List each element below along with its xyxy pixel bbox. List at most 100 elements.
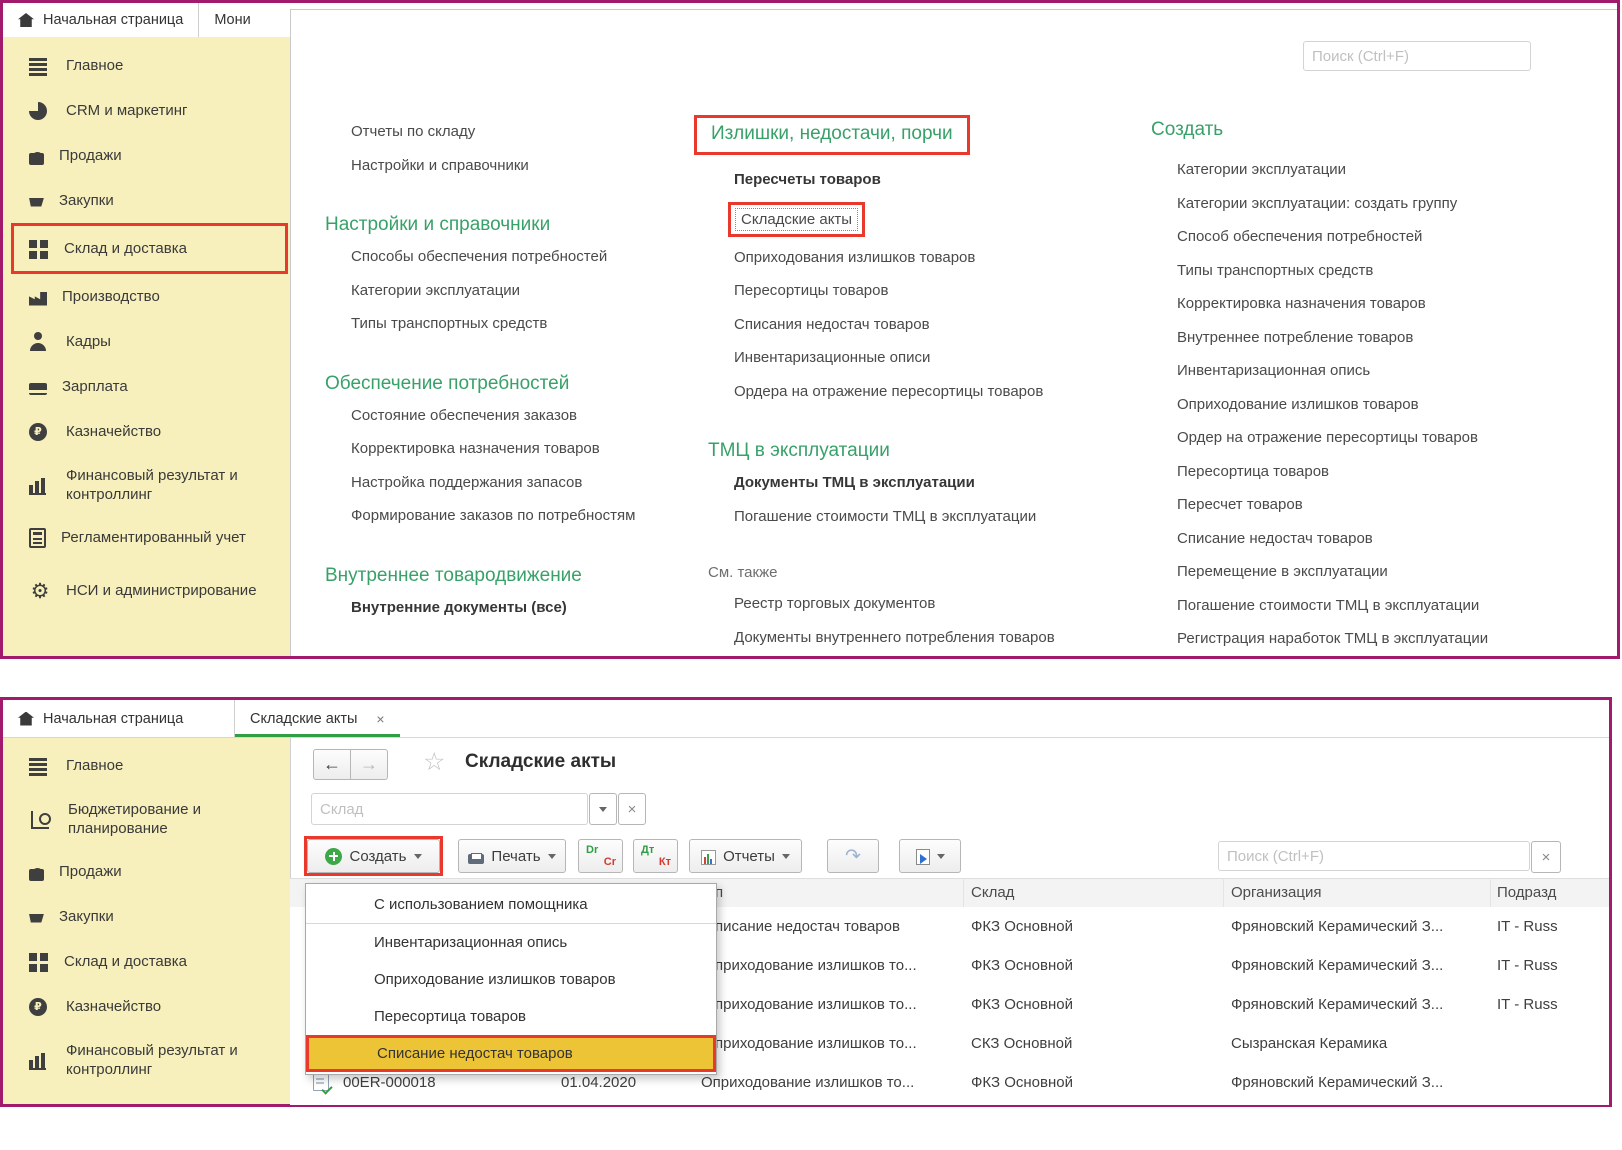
- menu-link[interactable]: Реестр торговых документов: [708, 587, 1158, 621]
- sidebar-item-proizvodstvo[interactable]: Производство: [3, 274, 290, 319]
- menu-link[interactable]: Способ обеспечения потребностей: [1151, 220, 1622, 254]
- tab-monitor-partial[interactable]: Мони: [199, 3, 269, 37]
- back-button[interactable]: ←: [313, 749, 351, 780]
- screenshot-canvas: Начальная страница Мони Главное CRM и ма…: [0, 0, 1622, 1150]
- menu-item-surplus[interactable]: Оприходование излишков товаров: [306, 961, 716, 998]
- sidebar-item-kaznacheystvo[interactable]: ₽Казначейство: [3, 409, 290, 454]
- menu-link[interactable]: Инвентаризационные описи: [708, 341, 1158, 375]
- search-input[interactable]: [1303, 41, 1531, 71]
- menu-link[interactable]: Отчеты по складу: [325, 115, 717, 149]
- filter-clear-button[interactable]: ×: [618, 793, 646, 825]
- list-search-input[interactable]: [1218, 841, 1530, 871]
- cell-type: приходование излишков то...: [715, 1024, 917, 1063]
- menu-link[interactable]: Корректировка назначения товаров: [325, 432, 717, 466]
- sidebar-item-finrez[interactable]: Финансовый результат и контроллинг: [3, 454, 290, 515]
- menu-link[interactable]: Пересортица товаров: [1151, 455, 1622, 489]
- sidebar-item-glavnoe[interactable]: Главное: [3, 43, 290, 88]
- sidebar-item-sklad-selected[interactable]: Склад и доставка: [11, 223, 288, 274]
- menu-link[interactable]: Документы ТМЦ в эксплуатации: [708, 466, 1158, 500]
- search-clear-button[interactable]: ×: [1531, 841, 1561, 873]
- tab-home[interactable]: Начальная страница: [3, 3, 199, 37]
- menu-link[interactable]: Списания недостач товаров: [708, 308, 1158, 342]
- sidebar-item-sklad[interactable]: Склад и доставка: [3, 939, 290, 984]
- section-header-izlishki[interactable]: Излишки, недостачи, порчи: [711, 123, 953, 145]
- section-header[interactable]: ТМЦ в эксплуатации: [708, 436, 1158, 466]
- export-button[interactable]: [899, 839, 961, 873]
- menu-link[interactable]: Внутреннее потребление товаров: [1151, 321, 1622, 355]
- menu-link[interactable]: Инвентаризационная опись: [1151, 354, 1622, 388]
- menu-link[interactable]: Пересортицы товаров: [708, 274, 1158, 308]
- sidebar-item-zarplata[interactable]: Зарплата: [3, 364, 290, 409]
- menu-link[interactable]: Регистрация наработок ТМЦ в эксплуатации: [1151, 622, 1622, 656]
- drcr-button[interactable]: DrCr: [578, 839, 623, 873]
- menu-link[interactable]: Способы обеспечения потребностей: [325, 240, 717, 274]
- sidebar-item-kaznacheystvo[interactable]: ₽Казначейство: [3, 984, 290, 1029]
- print-button[interactable]: Печать: [458, 839, 566, 873]
- tab-home[interactable]: Начальная страница: [3, 700, 235, 737]
- menu-link[interactable]: Типы транспортных средств: [325, 307, 717, 341]
- menu-link[interactable]: Категории эксплуатации: [325, 274, 717, 308]
- section-header[interactable]: Настройки и справочники: [325, 210, 717, 240]
- menu-icon: [29, 56, 51, 76]
- section-header-create[interactable]: Создать: [1151, 115, 1622, 145]
- sidebar-item-prodazhi[interactable]: Продажи: [3, 133, 290, 178]
- sidebar-item-crm[interactable]: CRM и маркетинг: [3, 88, 290, 133]
- menu-link[interactable]: Состояние обеспечения заказов: [325, 399, 717, 433]
- menu-link[interactable]: Оприходования излишков товаров: [708, 241, 1158, 275]
- highlight-box-skladskie-akty[interactable]: Складские акты: [728, 202, 865, 237]
- menu-link[interactable]: Настройки и справочники: [325, 149, 717, 183]
- sidebar-item-nsi[interactable]: ⚙НСИ и администрирование: [3, 560, 290, 621]
- sidebar-item-kadry[interactable]: Кадры: [3, 319, 290, 364]
- menu-link[interactable]: Категории эксплуатации: создать группу: [1151, 187, 1622, 221]
- sidebar-item-zakupki[interactable]: Закупки: [3, 894, 290, 939]
- tab-skladskie-akty[interactable]: Складские акты ×: [235, 700, 400, 737]
- tab-bar: Начальная страница Мони: [3, 3, 269, 37]
- menu-link[interactable]: Формирование заказов по потребностям: [325, 499, 717, 533]
- sidebar-item-finrez[interactable]: Финансовый результат и контроллинг: [3, 1029, 290, 1090]
- menu-link[interactable]: Ордер на отражение пересортицы товаров: [1151, 421, 1622, 455]
- menu-link[interactable]: Погашение стоимости ТМЦ в эксплуатации: [708, 500, 1158, 534]
- warehouse-filter-input[interactable]: [311, 793, 588, 825]
- section-header[interactable]: Внутреннее товародвижение: [325, 561, 717, 591]
- menu-link[interactable]: Перемещение в эксплуатации: [1151, 555, 1622, 589]
- create-button[interactable]: Создать: [307, 839, 440, 873]
- menu-link[interactable]: Списание недостач товаров: [1151, 522, 1622, 556]
- section-header[interactable]: Обеспечение потребностей: [325, 369, 717, 399]
- sidebar-item-budget[interactable]: Бюджетирование и планирование: [3, 788, 290, 849]
- sidebar-item-label: Финансовый результат и контроллинг: [66, 466, 280, 504]
- chevron-down-icon: [599, 807, 607, 816]
- chevron-down-icon: [414, 854, 422, 863]
- tab-close-icon[interactable]: ×: [376, 711, 384, 727]
- page-title: Складские акты: [465, 751, 616, 773]
- menu-column-create: Создать Категории эксплуатации Категории…: [1151, 115, 1622, 656]
- menu-link[interactable]: Пересчет товаров: [1151, 488, 1622, 522]
- menu-link[interactable]: Типы транспортных средств: [1151, 254, 1622, 288]
- menu-link[interactable]: Настройка поддержания запасов: [325, 466, 717, 500]
- kt-label: Кт: [659, 856, 671, 868]
- sidebar-item-reglament[interactable]: Регламентированный учет: [3, 515, 290, 560]
- sidebar-item-prodazhi[interactable]: Продажи: [3, 849, 290, 894]
- dtkt-button[interactable]: ДтКт: [633, 839, 678, 873]
- cell-type: приходование излишков то...: [715, 946, 917, 985]
- menu-item-writeoff-highlighted[interactable]: Списание недостач товаров: [306, 1035, 716, 1072]
- menu-link[interactable]: Категории эксплуатации: [1151, 153, 1622, 187]
- menu-link[interactable]: Погашение стоимости ТМЦ в эксплуатации: [1151, 589, 1622, 623]
- filter-dropdown-button[interactable]: [589, 793, 617, 825]
- menu-item-helper[interactable]: С использованием помощника: [306, 886, 716, 923]
- menu-item-regrading[interactable]: Пересортица товаров: [306, 998, 716, 1035]
- menu-link[interactable]: Внутренние документы (все): [325, 591, 717, 625]
- menu-link[interactable]: Корректировка назначения товаров: [1151, 287, 1622, 321]
- menu-link[interactable]: Ордера на отражение пересортицы товаров: [708, 375, 1158, 409]
- menu-link[interactable]: Пересчеты товаров: [708, 163, 1158, 197]
- menu-item-inventory[interactable]: Инвентаризационная опись: [306, 924, 716, 961]
- bar-chart-icon: [29, 475, 51, 495]
- menu-link[interactable]: Документы внутреннего потребления товаро…: [708, 621, 1158, 655]
- create-button-label: Создать: [349, 848, 406, 865]
- forward-button[interactable]: →: [350, 749, 388, 780]
- post-document-button[interactable]: ↷: [827, 839, 879, 873]
- sidebar-item-zakupki[interactable]: Закупки: [3, 178, 290, 223]
- menu-link[interactable]: Оприходование излишков товаров: [1151, 388, 1622, 422]
- reports-button[interactable]: Отчеты: [689, 839, 802, 873]
- sidebar-item-glavnoe[interactable]: Главное: [3, 743, 290, 788]
- favorite-star-icon[interactable]: ☆: [423, 747, 445, 776]
